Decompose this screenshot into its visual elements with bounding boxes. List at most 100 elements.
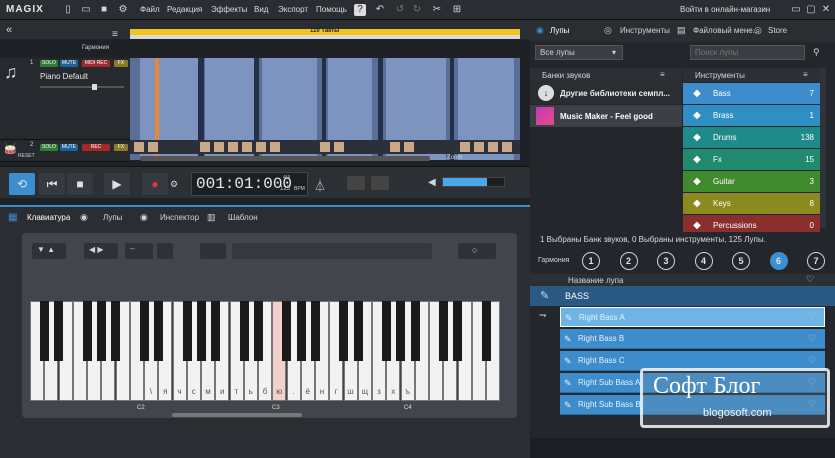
instrument-guitar[interactable]: ◆ Guitar 3 — [683, 171, 820, 192]
track-header-2[interactable]: 🥁 2 SOLO MUTE REC FX RESET — [0, 140, 130, 162]
fx-button[interactable]: FX — [114, 144, 128, 151]
help-icon[interactable]: ? — [354, 4, 366, 16]
record-settings-icon[interactable]: ⚙ — [170, 179, 178, 190]
menu-file[interactable]: Файл — [140, 5, 160, 14]
solo-button[interactable]: SOLO — [40, 60, 58, 67]
harmony-button-1[interactable]: 1 — [582, 252, 600, 270]
record-icon[interactable]: ● — [142, 173, 168, 195]
black-key[interactable] — [54, 301, 64, 361]
black-key[interactable] — [239, 301, 249, 361]
black-key[interactable] — [282, 301, 292, 361]
black-key[interactable] — [310, 301, 320, 361]
black-key[interactable] — [296, 301, 306, 361]
tab-file-manager[interactable]: Файловый мене... — [693, 22, 759, 40]
black-key[interactable] — [439, 301, 448, 361]
menu-help[interactable]: Помощь — [316, 5, 347, 14]
shop-login-link[interactable]: Войти в онлайн-магазин — [680, 5, 770, 14]
instrument-fx[interactable]: ◆ Fx 15 — [683, 149, 820, 170]
maximize-icon[interactable]: ▢ — [805, 4, 817, 16]
delete-icon[interactable]: ⊞ — [451, 4, 463, 16]
bank-item-selected[interactable]: Music Maker - Feel good — [530, 105, 682, 127]
black-key[interactable] — [182, 301, 192, 361]
list-view-icon[interactable]: ≡ — [660, 70, 665, 79]
favorite-icon[interactable]: ♡ — [808, 311, 816, 322]
arpeggiator-icon[interactable] — [200, 243, 226, 259]
play-icon[interactable]: ▶ — [104, 173, 130, 195]
stop-icon[interactable]: ■ — [67, 173, 93, 195]
black-key[interactable] — [410, 301, 420, 361]
loop-item[interactable]: ✎ Right Bass A — [560, 307, 825, 327]
black-key[interactable] — [211, 301, 220, 361]
tab-inspector[interactable]: Инспектор — [160, 209, 199, 227]
black-key[interactable] — [382, 301, 391, 361]
arpeggiator-sliders[interactable] — [232, 243, 432, 259]
tab-instruments[interactable]: Инструменты — [620, 22, 670, 40]
collapse-icon[interactable]: « — [6, 24, 12, 36]
black-key[interactable] — [481, 301, 491, 361]
mute-button[interactable]: MUTE — [60, 60, 78, 67]
loop-item[interactable]: ✎ Right Bass B — [560, 329, 825, 349]
menu-edit[interactable]: Редакция — [167, 5, 202, 14]
mixer-icon[interactable] — [347, 176, 365, 190]
undo-history-icon[interactable]: ↺ — [394, 4, 406, 16]
black-key[interactable] — [111, 301, 121, 361]
search-icon[interactable]: ⚲ — [813, 47, 820, 58]
keyboard-scrollbar[interactable] — [172, 413, 302, 417]
loop-toggle-icon[interactable]: ⟲ — [9, 173, 35, 195]
tab-keyboard[interactable]: Клавиатура — [27, 209, 70, 227]
minimize-icon[interactable]: ▭ — [790, 4, 802, 16]
zoom-label[interactable]: Zoom — [447, 155, 462, 161]
instrument-scrollbar[interactable] — [820, 68, 826, 228]
black-key[interactable] — [253, 301, 263, 361]
keyboard-toggle-icon[interactable] — [371, 176, 389, 190]
tab-loops[interactable]: Лупы — [103, 209, 122, 227]
tab-loops-library[interactable]: Лупы — [550, 22, 569, 40]
horizontal-scrollbar[interactable] — [140, 156, 430, 161]
black-key[interactable] — [339, 301, 349, 361]
metronome-icon[interactable]: ⏃ — [314, 177, 326, 194]
menu-effects[interactable]: Эффекты — [211, 5, 247, 14]
instrument-drums[interactable]: ◆ Drums 138 — [683, 127, 820, 148]
midi-rec-button[interactable]: MIDI REC — [82, 60, 110, 67]
mute-button[interactable]: MUTE — [60, 144, 78, 151]
list-view-icon[interactable]: ≡ — [803, 70, 808, 79]
scissors-icon[interactable]: ✂ — [431, 4, 443, 16]
harmony-button-7[interactable]: 7 — [807, 252, 825, 270]
harmony-button-3[interactable]: 3 — [657, 252, 675, 270]
solo-button[interactable]: SOLO — [40, 144, 58, 151]
preview-play-icon[interactable]: ⇁ — [539, 310, 547, 321]
add-track-icon[interactable]: ≡ — [112, 29, 118, 40]
loop-filter-dropdown[interactable]: Все лупы ▾ — [535, 45, 623, 60]
undo-icon[interactable]: ↶ — [374, 4, 386, 16]
octave-dropdown[interactable]: -- — [125, 243, 153, 259]
new-file-icon[interactable]: ▯ — [62, 4, 74, 16]
tab-store[interactable]: Store — [768, 22, 787, 40]
favorite-icon[interactable]: ♡ — [808, 355, 816, 366]
drum-track-clips[interactable] — [130, 140, 520, 154]
instrument-keys[interactable]: ◆ Keys 8 — [683, 193, 820, 214]
save-icon[interactable]: ■ — [98, 4, 110, 16]
reset-label[interactable]: RESET — [18, 153, 35, 159]
keyboard-settings-icon[interactable] — [157, 243, 173, 259]
loop-group-row[interactable]: ✎ BASS — [530, 286, 835, 306]
fx-button[interactable]: FX — [114, 60, 128, 67]
black-key[interactable] — [40, 301, 49, 361]
tab-template[interactable]: Шаблон — [228, 209, 258, 227]
search-field[interactable] — [691, 46, 801, 59]
close-icon[interactable]: ✕ — [820, 4, 832, 16]
black-key[interactable] — [97, 301, 106, 361]
harmony-button-2[interactable]: 2 — [619, 252, 638, 270]
black-key[interactable] — [139, 301, 149, 361]
loop-range-bar[interactable]: 110 Такты — [130, 28, 520, 35]
menu-view[interactable]: Вид — [254, 5, 268, 14]
harmony-button-6[interactable]: 6 — [769, 252, 788, 270]
menu-export[interactable]: Экспорт — [278, 5, 308, 14]
black-key[interactable] — [154, 301, 163, 361]
rec-button[interactable]: REC — [82, 144, 110, 151]
bank-item[interactable]: ↓ Другие библиотеки семпл... — [530, 82, 682, 104]
harmony-button-4[interactable]: 4 — [694, 252, 713, 270]
black-key[interactable] — [82, 301, 92, 361]
open-folder-icon[interactable]: ▭ — [80, 4, 92, 16]
black-key[interactable] — [196, 301, 206, 361]
rewind-icon[interactable]: ⏮ — [39, 173, 65, 195]
